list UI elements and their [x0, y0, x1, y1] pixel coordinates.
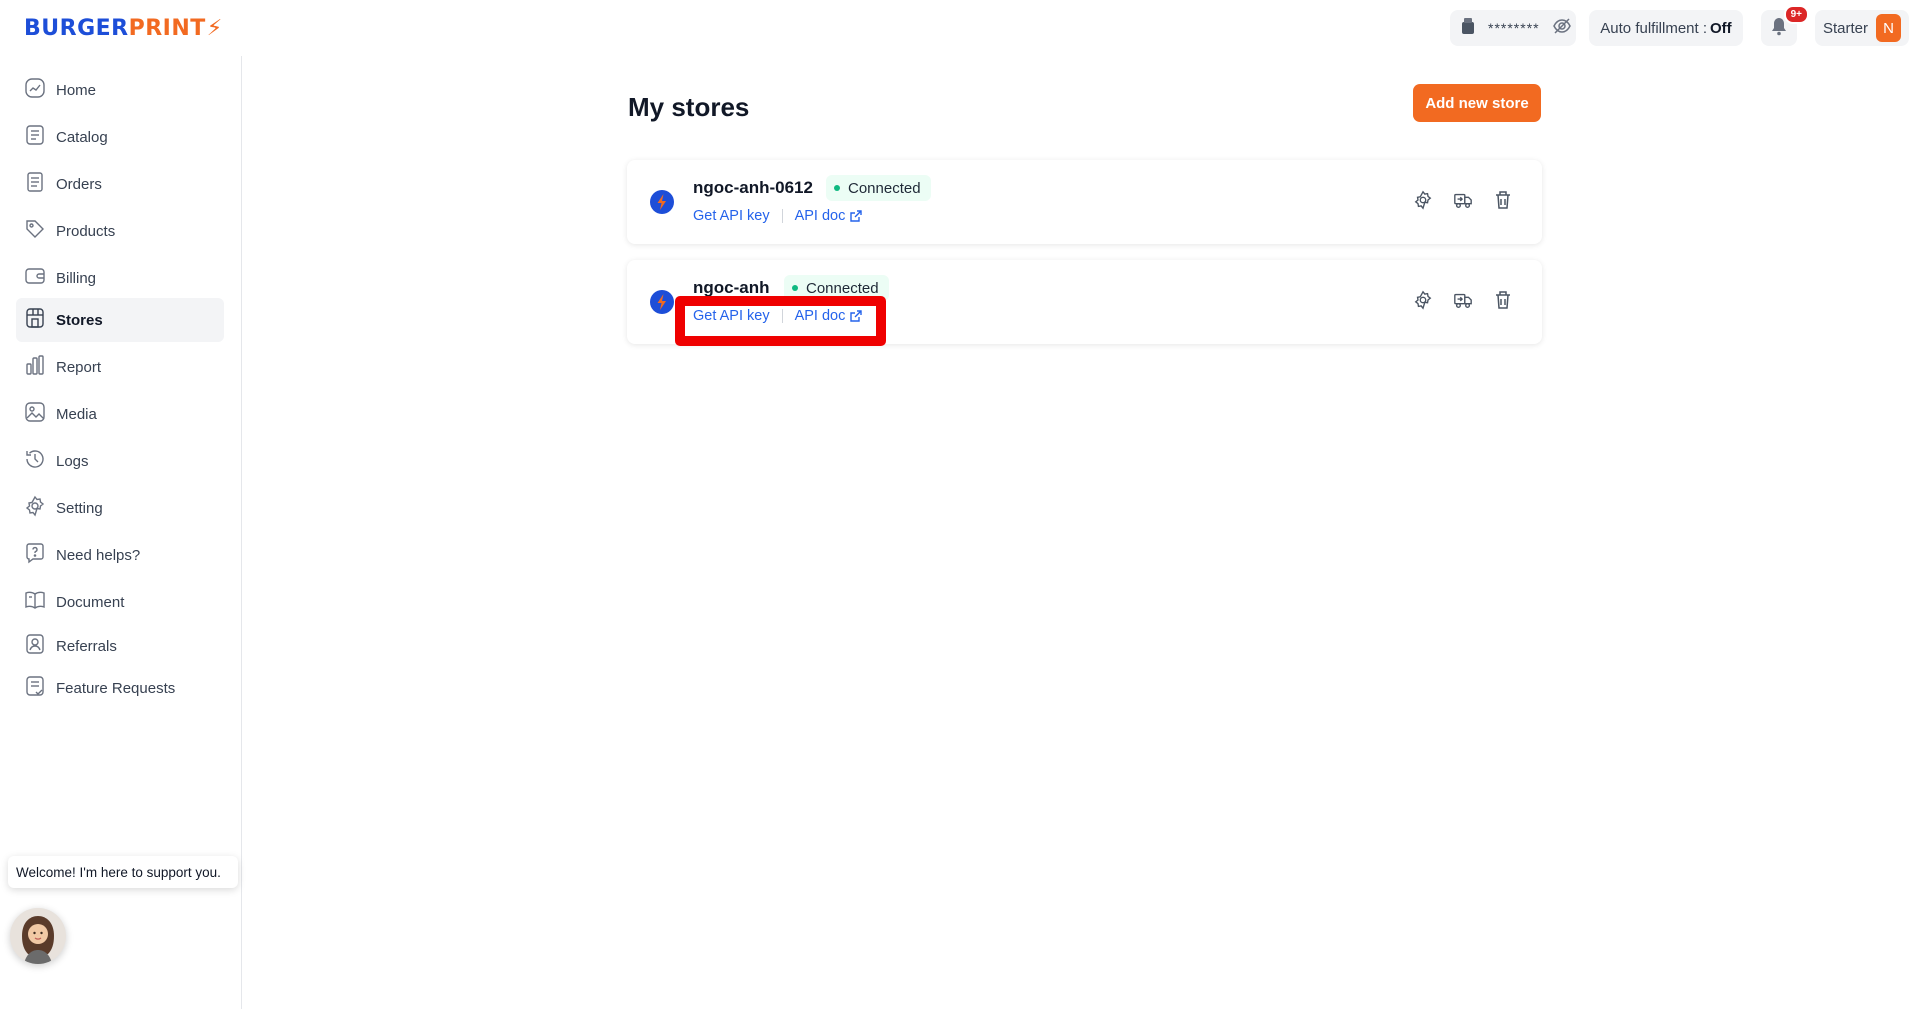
- link-divider: [781, 209, 783, 223]
- help-icon: [24, 542, 46, 568]
- notifications-button[interactable]: 9+: [1761, 5, 1809, 46]
- external-link-icon[interactable]: [849, 209, 863, 223]
- sidebar-item-label: Referrals: [56, 637, 117, 655]
- sidebar-item-stores[interactable]: Stores: [16, 298, 224, 342]
- gear-icon[interactable]: [1412, 189, 1434, 211]
- brand-logo[interactable]: BURGER PRINT ⚡: [24, 14, 223, 42]
- sidebar-item-label: Need helps?: [56, 546, 141, 564]
- store-actions: [1412, 289, 1514, 311]
- store-platform-icon: [650, 190, 674, 214]
- sidebar-item-report[interactable]: Report: [16, 345, 224, 389]
- status-dot: [792, 285, 798, 291]
- sidebar-item-referrals[interactable]: Referrals: [16, 624, 224, 668]
- sidebar-item-logs[interactable]: Logs: [16, 439, 224, 483]
- user-badge-icon: [24, 633, 46, 659]
- sidebar-item-feature-requests[interactable]: Feature Requests: [16, 666, 224, 710]
- api-doc-link[interactable]: API doc: [795, 208, 846, 224]
- wallet-icon: [24, 265, 46, 291]
- auto-fulfillment-label: Auto fulfillment :: [1600, 19, 1708, 37]
- trash-icon[interactable]: [1492, 189, 1514, 211]
- sidebar-item-label: Report: [56, 358, 102, 376]
- brand-logo-part2: PRINT: [128, 15, 206, 41]
- gear-icon[interactable]: [1412, 289, 1434, 311]
- sidebar-item-label: Stores: [56, 311, 103, 329]
- home-chart-icon: [24, 77, 46, 103]
- sidebar-item-setting[interactable]: Setting: [16, 486, 224, 530]
- catalog-icon: [24, 124, 46, 150]
- sidebar-item-label: Orders: [56, 175, 102, 193]
- sidebar-item-media[interactable]: Media: [16, 392, 224, 436]
- status-badge: Connected: [826, 175, 931, 201]
- image-icon: [24, 401, 46, 427]
- chat-welcome-bubble[interactable]: Welcome! I'm here to support you.: [8, 856, 238, 888]
- status-text: Connected: [806, 279, 879, 297]
- sidebar-item-catalog[interactable]: Catalog: [16, 115, 224, 159]
- wallet-icon: [1460, 17, 1476, 40]
- gear-icon: [24, 495, 46, 521]
- truck-sync-icon[interactable]: [1452, 189, 1474, 211]
- bar-chart-icon: [24, 354, 46, 380]
- sidebar-item-need-helps[interactable]: Need helps?: [16, 533, 224, 577]
- store-platform-icon: [650, 290, 674, 314]
- store-links: Get API key API doc: [693, 208, 863, 224]
- store-name: ngoc-anh-0612: [693, 178, 813, 197]
- sidebar-item-billing[interactable]: Billing: [16, 256, 224, 300]
- sidebar-item-label: Feature Requests: [56, 679, 176, 697]
- status-text: Connected: [848, 179, 921, 197]
- store-actions: [1412, 189, 1514, 211]
- sidebar-item-label: Setting: [56, 499, 103, 517]
- store-icon: [24, 307, 46, 333]
- tag-icon: [24, 218, 46, 244]
- store-name: ngoc-anh: [693, 278, 770, 297]
- get-api-key-link[interactable]: Get API key: [693, 208, 770, 224]
- auto-fulfillment-value: Off: [1710, 19, 1732, 37]
- top-bar: BURGER PRINT ⚡ ******** Auto fulfillment :…: [0, 0, 1920, 56]
- avatar: N: [1876, 14, 1901, 42]
- wallet-balance[interactable]: ********: [1450, 10, 1576, 46]
- sidebar-item-label: Billing: [56, 269, 97, 287]
- sidebar-item-label: Products: [56, 222, 116, 240]
- sidebar-item-label: Home: [56, 81, 97, 99]
- sidebar-item-label: Document: [56, 593, 125, 611]
- book-icon: [24, 589, 46, 615]
- account-menu[interactable]: Starter N: [1815, 10, 1909, 46]
- history-icon: [24, 448, 46, 474]
- plan-label: Starter: [1823, 19, 1869, 37]
- highlight-box: [675, 296, 886, 346]
- support-avatar[interactable]: [10, 908, 66, 964]
- feature-request-icon: [24, 675, 46, 701]
- page-title: My stores: [628, 92, 750, 122]
- sidebar-item-label: Logs: [56, 452, 89, 470]
- orders-icon: [24, 171, 46, 197]
- notification-badge: 9+: [1783, 5, 1809, 24]
- status-dot: [834, 185, 840, 191]
- add-new-store-button[interactable]: Add new store: [1413, 84, 1541, 122]
- truck-sync-icon[interactable]: [1452, 289, 1474, 311]
- sidebar-item-orders[interactable]: Orders: [16, 162, 224, 206]
- brand-logo-part1: BURGER: [24, 15, 129, 41]
- bolt-icon: ⚡: [206, 15, 223, 41]
- trash-icon[interactable]: [1492, 289, 1514, 311]
- sidebar-item-document[interactable]: Document: [16, 580, 224, 624]
- store-card: ngoc-anh-0612 Connected Get API key API …: [627, 160, 1542, 244]
- sidebar-item-home[interactable]: Home: [16, 68, 224, 112]
- sidebar-item-products[interactable]: Products: [16, 209, 224, 253]
- sidebar-item-label: Media: [56, 405, 97, 423]
- wallet-masked-balance: ********: [1488, 20, 1540, 36]
- auto-fulfillment-toggle[interactable]: Auto fulfillment : Off: [1589, 10, 1743, 46]
- eye-slash-icon[interactable]: [1552, 17, 1572, 40]
- sidebar-item-label: Catalog: [56, 128, 108, 146]
